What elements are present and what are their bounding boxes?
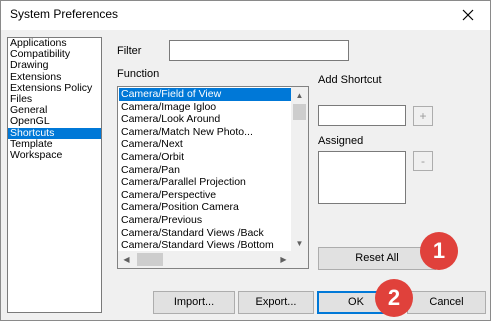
reset-all-button[interactable]: Reset All xyxy=(318,247,436,270)
filter-label: Filter xyxy=(117,45,142,57)
close-icon[interactable] xyxy=(458,5,478,25)
add-shortcut-label: Add Shortcut xyxy=(318,74,382,86)
function-list-item[interactable]: Camera/Pan xyxy=(119,164,292,177)
preferences-panel-list: Applications Compatibility Drawing Extensio… xyxy=(7,37,102,313)
step-2-badge: 2 xyxy=(375,279,413,317)
function-list-item[interactable]: Camera/Perspective xyxy=(119,189,292,202)
panel-item-drawing[interactable]: Drawing xyxy=(8,60,101,71)
function-list-item[interactable]: Camera/Standard Views /Bottom xyxy=(119,239,292,252)
vertical-scroll-thumb[interactable] xyxy=(293,104,306,120)
function-list-item[interactable]: Camera/Next xyxy=(119,138,292,151)
scroll-right-icon[interactable]: ▶ xyxy=(275,251,292,268)
assigned-shortcuts-list[interactable] xyxy=(318,151,406,204)
add-shortcut-button[interactable]: + xyxy=(413,106,433,126)
panel-item-shortcuts[interactable]: Shortcuts xyxy=(8,127,101,139)
horizontal-scrollbar[interactable]: ◀ ▶ xyxy=(118,251,292,268)
scroll-down-icon[interactable]: ▼ xyxy=(291,235,308,252)
filter-input[interactable] xyxy=(169,40,349,61)
function-list-item[interactable]: Camera/Previous xyxy=(119,214,292,227)
remove-shortcut-button[interactable]: - xyxy=(413,151,433,171)
function-list-item[interactable]: Camera/Image Igloo xyxy=(119,101,292,114)
shortcut-input[interactable] xyxy=(318,105,406,126)
function-label: Function xyxy=(117,68,160,80)
function-list-item[interactable]: Camera/Standard Views /Back xyxy=(119,227,292,240)
function-list-item[interactable]: Camera/Match New Photo... xyxy=(119,126,292,139)
vertical-scrollbar[interactable]: ▲ ▼ xyxy=(291,87,308,252)
scroll-left-icon[interactable]: ◀ xyxy=(118,251,135,268)
system-preferences-dialog: System Preferences Applications Compatibi… xyxy=(0,0,491,321)
window-title: System Preferences xyxy=(10,7,119,21)
scrollbar-corner xyxy=(291,251,308,268)
panel-item-workspace[interactable]: Workspace xyxy=(8,149,101,161)
horizontal-scroll-thumb[interactable] xyxy=(137,253,163,266)
scroll-up-icon[interactable]: ▲ xyxy=(291,87,308,104)
function-list-item[interactable]: Camera/Orbit xyxy=(119,151,292,164)
import-button[interactable]: Import... xyxy=(153,291,235,314)
panel-item-opengl[interactable]: OpenGL xyxy=(8,116,101,127)
title-bar: System Preferences xyxy=(1,1,490,30)
step-1-badge: 1 xyxy=(420,232,458,270)
export-button[interactable]: Export... xyxy=(238,291,314,314)
function-list: Camera/Field of View Camera/Image Igloo Ca… xyxy=(117,86,309,269)
assigned-label: Assigned xyxy=(318,135,364,147)
function-list-item[interactable]: Camera/Position Camera xyxy=(119,201,292,214)
function-list-item[interactable]: Camera/Parallel Projection xyxy=(119,176,292,189)
cancel-button[interactable]: Cancel xyxy=(407,291,486,314)
function-list-item[interactable]: Camera/Field of View xyxy=(119,88,292,101)
function-list-item[interactable]: Camera/Look Around xyxy=(119,113,292,126)
